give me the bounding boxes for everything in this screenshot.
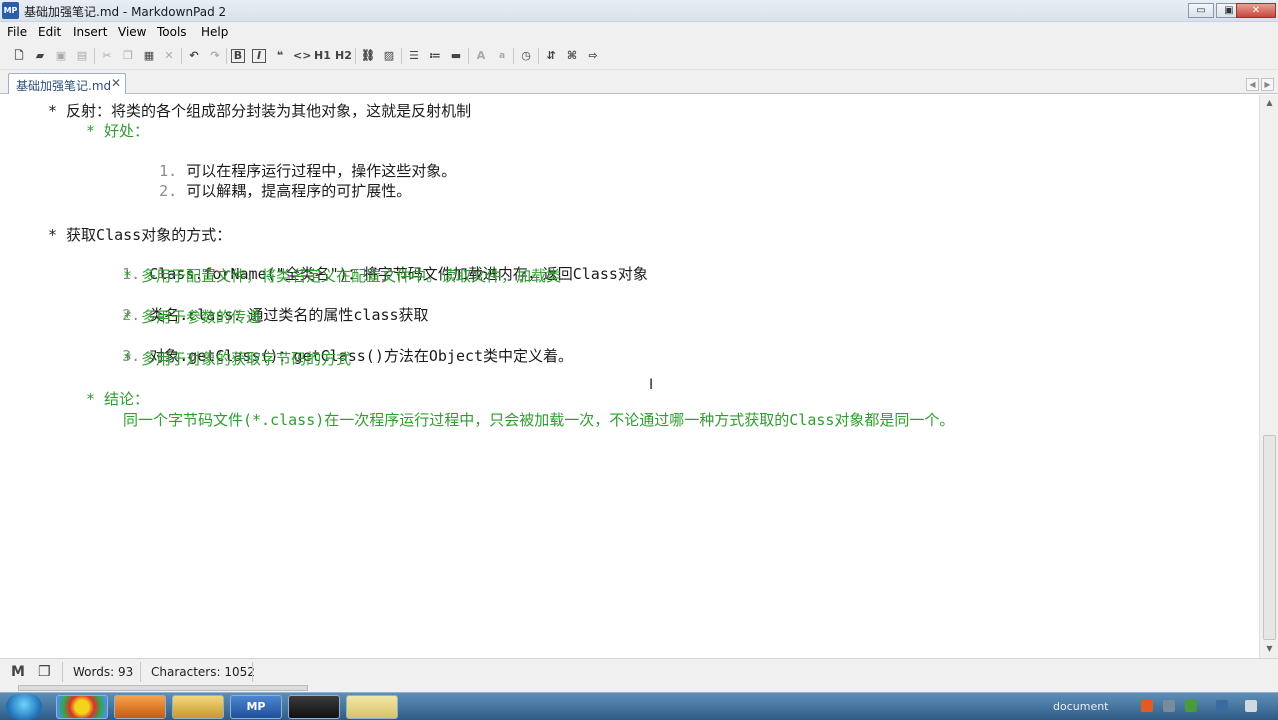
horizontal-rule-icon[interactable]: ▬ [448,48,464,64]
tray-clock-icon[interactable] [1245,700,1257,712]
menu-help[interactable]: Help [201,25,228,39]
tab-scroll-left-icon[interactable]: ◀ [1246,78,1259,91]
italic-icon[interactable]: I [252,49,266,63]
word-count: Words: 93 [73,665,134,679]
editor-line: * 多用于对象的获取字节码的方式 [123,350,352,368]
toolbar-separator [401,48,402,64]
tab-bar: 基础加强笔记.md ✕ ◀ ▶ [0,70,1278,94]
toolbar-separator [355,48,356,64]
start-button[interactable] [6,694,42,720]
menu-insert[interactable]: Insert [73,25,107,39]
new-file-icon[interactable]: 🗋 [11,48,27,64]
tray-status-icon[interactable] [1185,700,1197,712]
preview-icon[interactable]: ⌘ [564,48,580,64]
window-title: 基础加强笔记.md - MarkdownPad 2 [24,5,227,19]
editor-line: * 结论： [86,390,150,408]
toolbar-separator [181,48,182,64]
status-separator [62,662,63,682]
bold-icon[interactable]: B [231,49,245,63]
markdownpad-app-icon[interactable]: MP [2,2,19,19]
scrollbar-thumb[interactable] [1263,435,1276,640]
tray-document-label: document [1053,700,1109,713]
document-tab[interactable]: 基础加强笔记.md ✕ [8,73,126,94]
editor-line: * 反射：将类的各个组成部分封装为其他对象，这就是反射机制 [48,102,472,120]
toolbar-separator [226,48,227,64]
tab-label: 基础加强笔记.md [16,79,112,93]
browser-icon[interactable] [114,695,166,719]
list-number: 2. [159,182,178,200]
tray-app-icon[interactable] [1141,700,1153,712]
character-count: Characters: 1052 [151,665,255,679]
horizontal-scrollbar-thumb[interactable] [18,685,308,691]
save-icon[interactable]: ▣ [53,48,69,64]
editor-line: * 好处： [86,122,150,140]
toolbar-separator [513,48,514,64]
toolbar-separator [538,48,539,64]
vertical-scrollbar[interactable]: ▲ ▼ [1259,95,1278,658]
editor-line: 同一个字节码文件(*.class)在一次程序运行过程中，只会被加载一次，不论通过… [123,411,955,429]
chrome-icon[interactable] [56,695,108,719]
status-bar: M ❒ Words: 93 Characters: 1052 [0,658,1278,684]
editor-line: * 获取Class对象的方式： [48,226,232,244]
save-all-icon[interactable]: ▤ [74,48,90,64]
delete-icon[interactable]: ✕ [161,48,177,64]
cut-icon[interactable]: ✂ [99,48,115,64]
toolbar-separator [94,48,95,64]
markdownpad-icon[interactable]: MP [230,695,282,719]
text-cursor-icon: I [649,377,654,393]
menu-edit[interactable]: Edit [38,25,61,39]
code-icon[interactable]: <> [293,48,311,64]
menu-view[interactable]: View [118,25,146,39]
timestamp-icon[interactable]: ◷ [518,48,534,64]
quote-icon[interactable]: ❝ [272,48,288,64]
paste-icon[interactable]: ▦ [141,48,157,64]
notepad-icon[interactable] [346,695,398,719]
editor-line: * 多用于参数的传递 [123,308,262,326]
list-text: 可以解耦，提高程序的可扩展性。 [186,182,412,200]
tab-close-icon[interactable]: ✕ [111,76,121,90]
horizontal-scrollbar[interactable] [0,684,1278,692]
book-icon[interactable]: ❒ [38,664,51,680]
status-separator [252,662,253,682]
editor-line: * 多用于配置文件，将类名定义在配置文件中。读取文件，加载类 [123,267,562,285]
status-separator [140,662,141,682]
undo-icon[interactable]: ↶ [186,48,202,64]
image-icon[interactable]: ▨ [381,48,397,64]
tray-network-icon[interactable] [1163,700,1175,712]
numbered-list-icon[interactable]: ≔ [427,48,443,64]
open-folder-icon[interactable]: ▰ [32,48,48,64]
tab-scroll-right-icon[interactable]: ▶ [1261,78,1274,91]
menu-bar: File Edit Insert View Tools Help [0,22,1278,42]
h1-icon[interactable]: H1 [314,48,331,64]
redo-icon[interactable]: ↷ [207,48,223,64]
scroll-down-icon[interactable]: ▼ [1262,641,1277,656]
intellij-icon[interactable] [288,695,340,719]
link-icon[interactable]: ⛓ [360,48,376,64]
toolbar: 🗋 ▰ ▣ ▤ ✂ ❐ ▦ ✕ ↶ ↷ B I ❝ <> H1 H2 ⛓ ▨ ☰… [0,42,1278,70]
toolbar-separator [468,48,469,64]
editor-area[interactable]: * 反射：将类的各个组成部分封装为其他对象，这就是反射机制 * 好处： 1. 可… [6,95,1258,658]
export-icon[interactable]: ⇨ [585,48,601,64]
menu-file[interactable]: File [7,25,27,39]
minimize-button[interactable]: ▭ [1188,3,1214,18]
scroll-up-icon[interactable]: ▲ [1262,95,1277,110]
explorer-icon[interactable] [172,695,224,719]
editor-line: 2. 可以解耦，提高程序的可扩展性。 [123,162,411,219]
taskbar: MP document [0,692,1278,720]
close-button[interactable]: ✕ [1236,3,1276,18]
markdown-icon[interactable]: M [11,664,25,680]
h2-icon[interactable]: H2 [335,48,352,64]
font-smaller-icon[interactable]: a [494,48,510,64]
tray-volume-icon[interactable] [1216,700,1228,712]
bullet-list-icon[interactable]: ☰ [406,48,422,64]
upload-icon[interactable]: ⇵ [543,48,559,64]
title-bar: MP 基础加强笔记.md - MarkdownPad 2 ▭ ▣ ✕ [0,0,1278,22]
menu-tools[interactable]: Tools [157,25,187,39]
font-larger-icon[interactable]: A [473,48,489,64]
copy-icon[interactable]: ❐ [120,48,136,64]
